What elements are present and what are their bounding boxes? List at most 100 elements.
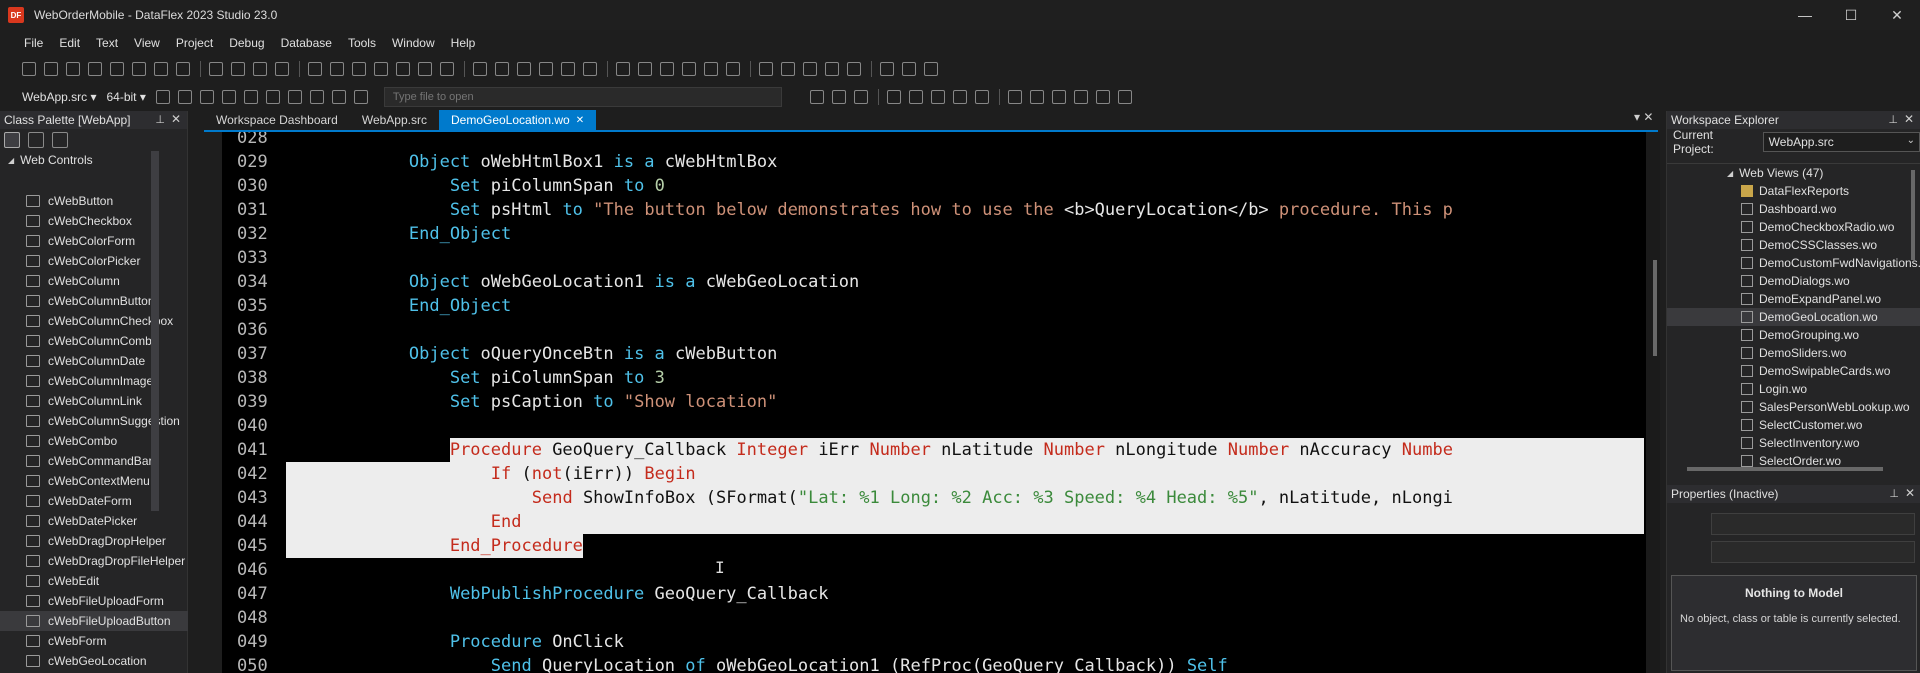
compile-project-icon[interactable] xyxy=(155,90,170,104)
code-line[interactable]: 042 If (not(iErr)) Begin xyxy=(222,462,1660,486)
tab-demogeolocation[interactable]: DemoGeoLocation.wo ✕ xyxy=(438,110,597,130)
code-line[interactable]: 031 Set psHtml to "The button below demon… xyxy=(222,198,1660,222)
palette-item[interactable]: cWebColumn xyxy=(0,271,188,291)
stop-icon[interactable] xyxy=(253,62,267,76)
close-icon[interactable]: ✕ xyxy=(1905,486,1915,500)
properties-object-field[interactable] xyxy=(1711,513,1915,535)
save-icon[interactable] xyxy=(66,62,80,76)
tree-scrollbar[interactable] xyxy=(1911,170,1915,260)
code-line[interactable]: 038 Set piColumnSpan to 3 xyxy=(222,366,1660,390)
menu-help[interactable]: Help xyxy=(451,36,476,50)
sql-icon[interactable] xyxy=(974,90,989,104)
code-line[interactable]: 045 End_Procedure xyxy=(222,534,1660,558)
palette-item[interactable]: cWebColorPicker xyxy=(0,251,188,271)
view-split-icon[interactable] xyxy=(1029,90,1044,104)
tree-item[interactable]: DemoCustomFwdNavigations. xyxy=(1667,254,1920,272)
palette-item[interactable]: cWebDatePicker xyxy=(0,511,188,531)
palette-tree-icon[interactable] xyxy=(28,132,44,148)
close-icon[interactable]: ✕ xyxy=(171,112,181,126)
print-icon[interactable] xyxy=(275,62,289,76)
pin-icon[interactable]: ⊥ xyxy=(1888,113,1898,126)
current-project-select[interactable]: WebApp.src ⌄ xyxy=(1762,132,1920,152)
code-line[interactable]: 040 xyxy=(222,414,1660,438)
code-line[interactable]: 044 End xyxy=(222,510,1660,534)
find-next-icon[interactable] xyxy=(781,62,795,76)
record-icon[interactable] xyxy=(353,90,368,104)
palette-item[interactable]: cWebColumnCombo xyxy=(0,331,188,351)
tree-item[interactable]: Dashboard.wo xyxy=(1667,200,1920,218)
code-line[interactable]: 050 Send QueryLocation of oWebGeoLocation… xyxy=(222,654,1660,673)
menu-edit[interactable]: Edit xyxy=(59,36,80,50)
palette-item[interactable]: cWebFileUploadForm xyxy=(0,591,188,611)
align-icon[interactable] xyxy=(616,62,630,76)
grid-icon[interactable] xyxy=(831,90,846,104)
tree-item[interactable]: DemoCheckboxRadio.wo xyxy=(1667,218,1920,236)
sync-icon[interactable] xyxy=(1095,90,1110,104)
minimize-button[interactable]: — xyxy=(1782,0,1828,30)
palette-item[interactable]: cWebCheckbox xyxy=(0,211,188,231)
palette-scrollbar[interactable] xyxy=(151,151,159,511)
delete-icon[interactable] xyxy=(176,62,190,76)
code-editor[interactable]: Ι 028 029 Object oWebHtmlBox1 is a cWebHtm… xyxy=(222,132,1660,673)
breakpoint-icon[interactable] xyxy=(331,90,346,104)
code-line[interactable]: 028 xyxy=(222,132,1660,150)
palette-item[interactable]: cWebFileUploadButton xyxy=(0,611,188,631)
step-into-icon[interactable] xyxy=(265,90,280,104)
code-line[interactable]: 037 Object oQueryOnceBtn is a cWebButton xyxy=(222,342,1660,366)
palette-item[interactable]: cWebColumnButton xyxy=(0,291,188,311)
menu-text[interactable]: Text xyxy=(96,36,118,50)
paste-icon[interactable] xyxy=(154,62,168,76)
code-line[interactable]: 047 WebPublishProcedure GeoQuery_Callback xyxy=(222,582,1660,606)
palette-hierarchy-icon[interactable] xyxy=(52,132,68,148)
palette-item[interactable]: cWebColorForm xyxy=(0,231,188,251)
bookmark-icon[interactable] xyxy=(726,62,740,76)
precompile-icon[interactable] xyxy=(517,62,531,76)
tree-item[interactable]: DemoSwipableCards.wo xyxy=(1667,362,1920,380)
monitor-icon[interactable] xyxy=(1051,90,1066,104)
window-icon[interactable] xyxy=(330,62,344,76)
palette-item[interactable]: cWebEdit xyxy=(0,571,188,591)
pause-icon[interactable] xyxy=(199,90,214,104)
web-icon[interactable] xyxy=(374,62,388,76)
palette-item[interactable]: cWebDragDropHelper xyxy=(0,531,188,551)
tree-item[interactable]: SelectCustomer.wo xyxy=(1667,416,1920,434)
comment-icon[interactable] xyxy=(682,62,696,76)
step-out-icon[interactable] xyxy=(309,90,324,104)
help-icon[interactable] xyxy=(880,62,894,76)
tree-item[interactable]: DemoGrouping.wo xyxy=(1667,326,1920,344)
tab-list-dropdown-icon[interactable]: ▾ ✕ xyxy=(1634,110,1653,124)
palette-item[interactable]: cWebCommandBar xyxy=(0,451,188,471)
code-line[interactable]: 029 Object oWebHtmlBox1 is a cWebHtmlBox xyxy=(222,150,1660,174)
palette-item[interactable]: cWebContextMenu xyxy=(0,471,188,491)
menu-database[interactable]: Database xyxy=(281,36,332,50)
palette-item[interactable]: cWebColumnSuggestion xyxy=(0,411,188,431)
close-window-button[interactable]: ✕ xyxy=(1874,0,1920,30)
tree-item[interactable]: DemoGeoLocation.wo xyxy=(1667,308,1920,326)
view-icon[interactable] xyxy=(396,62,410,76)
replace-icon[interactable] xyxy=(825,62,839,76)
palette-item[interactable]: cWebCombo xyxy=(0,431,188,451)
run-icon[interactable] xyxy=(177,90,192,104)
menu-window[interactable]: Window xyxy=(392,36,435,50)
tab-webapp-src[interactable]: WebApp.src xyxy=(350,110,439,130)
save-all-icon[interactable] xyxy=(88,62,102,76)
tree-item[interactable]: DataFlexReports xyxy=(1667,182,1920,200)
menu-view[interactable]: View xyxy=(134,36,160,50)
tree-item[interactable]: DemoSliders.wo xyxy=(1667,344,1920,362)
play-icon[interactable] xyxy=(221,90,236,104)
code-line[interactable]: 032 End_Object xyxy=(222,222,1660,246)
tab-workspace-dashboard[interactable]: Workspace Dashboard xyxy=(204,110,350,130)
export-icon[interactable] xyxy=(561,62,575,76)
tree-item[interactable]: DemoExpandPanel.wo xyxy=(1667,290,1920,308)
palette-classes-icon[interactable] xyxy=(4,132,20,148)
code-line[interactable]: 034 Object oWebGeoLocation1 is a cWebGeoL… xyxy=(222,270,1660,294)
zoom-icon[interactable] xyxy=(853,90,868,104)
goto-icon[interactable] xyxy=(847,62,861,76)
build-icon[interactable] xyxy=(495,62,509,76)
index-icon[interactable] xyxy=(952,90,967,104)
link-icon[interactable] xyxy=(583,62,597,76)
tree-folder-web-views[interactable]: ◢ Web Views (47) xyxy=(1667,164,1920,182)
palette-item[interactable]: cWebForm xyxy=(0,631,188,651)
indent-icon[interactable] xyxy=(638,62,652,76)
step-over-icon[interactable] xyxy=(287,90,302,104)
